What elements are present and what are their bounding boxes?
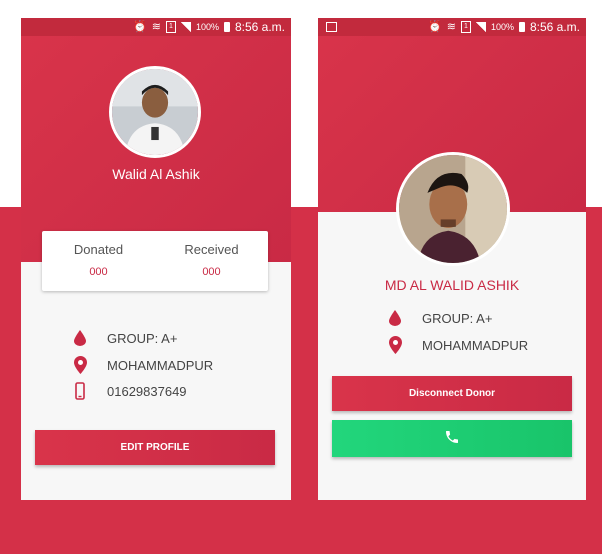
status-time: 8:56 a.m.	[234, 20, 285, 34]
stats-card: Donated 000 Received 000	[42, 231, 268, 291]
donor-blood-group-row: GROUP: A+	[388, 310, 492, 326]
donated-label: Donated	[73, 242, 124, 257]
disconnect-donor-button[interactable]: Disconnect Donor	[332, 376, 572, 411]
status-bar: ⏰ ≋ 1 100% 8:56 a.m.	[318, 18, 586, 36]
received-label: Received	[184, 242, 239, 257]
blood-drop-icon	[73, 330, 87, 346]
donor-screen: ⏰ ≋ 1 100% 8:56 a.m. MD AL WALID ASHIK G…	[318, 18, 586, 500]
donated-value: 000	[89, 266, 108, 278]
received-stat: Received 000	[155, 242, 268, 278]
location-row: MOHAMMADPUR	[73, 356, 213, 374]
donor-location-row: MOHAMMADPUR	[388, 336, 528, 354]
call-button[interactable]	[332, 420, 572, 457]
donated-stat: Donated 000	[42, 242, 155, 278]
signal-icon	[475, 22, 486, 32]
avatar[interactable]	[109, 66, 201, 158]
image-notification-icon	[326, 22, 337, 32]
wifi-icon: ≋	[151, 21, 161, 33]
blood-drop-icon	[388, 310, 402, 326]
sim-icon: 1	[460, 21, 471, 33]
alarm-icon: ⏰	[428, 21, 442, 33]
battery-icon	[223, 22, 230, 32]
location-pin-icon	[73, 356, 87, 374]
donor-avatar[interactable]	[396, 152, 510, 266]
blood-group-text: GROUP: A+	[107, 330, 178, 346]
received-value: 000	[202, 266, 221, 278]
status-bar: ⏰ ≋ 1 100% 8:56 a.m.	[21, 18, 291, 36]
donor-avatar-photo	[399, 155, 507, 263]
phone-call-icon	[444, 429, 460, 448]
donor-location-text: MOHAMMADPUR	[422, 337, 529, 353]
avatar-photo	[112, 69, 198, 155]
donor-blood-group-text: GROUP: A+	[422, 310, 493, 326]
location-text: MOHAMMADPUR	[107, 357, 214, 373]
battery-percent: 100%	[195, 22, 219, 32]
location-pin-icon	[388, 336, 402, 354]
blood-group-row: GROUP: A+	[73, 330, 177, 346]
status-time: 8:56 a.m.	[529, 20, 580, 34]
edit-profile-button[interactable]: EDIT PROFILE	[35, 430, 275, 465]
phone-text: 01629837649	[107, 383, 187, 399]
profile-name: Walid Al Ashik	[112, 166, 200, 182]
battery-icon	[518, 22, 525, 32]
profile-screen: ⏰ ≋ 1 100% 8:56 a.m. Walid Al Ashik Dona…	[21, 18, 291, 500]
signal-icon	[180, 22, 191, 32]
battery-percent: 100%	[490, 22, 514, 32]
donor-name: MD AL WALID ASHIK	[384, 277, 520, 293]
phone-row: 01629837649	[73, 382, 187, 400]
alarm-icon: ⏰	[133, 21, 147, 33]
sim-icon: 1	[165, 21, 176, 33]
wifi-icon: ≋	[446, 21, 456, 33]
mobile-phone-icon	[73, 382, 87, 400]
